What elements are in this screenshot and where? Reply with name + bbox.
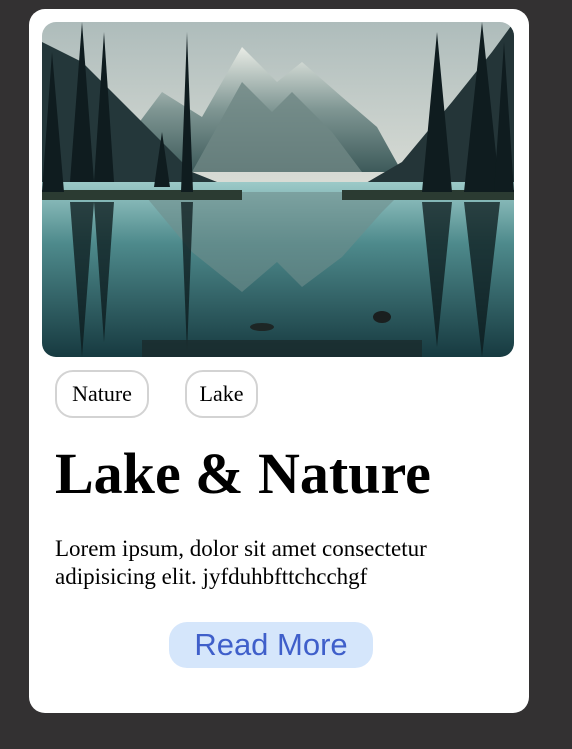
read-more-button[interactable]: Read More (169, 622, 373, 668)
card-description: Lorem ipsum, dolor sit amet consectetur … (55, 536, 427, 589)
tag-lake[interactable]: Lake (185, 370, 258, 418)
lake-landscape-image (42, 22, 514, 357)
card-title: Lake & Nature (55, 441, 431, 506)
article-card: Nature Lake Lake & Nature Lorem ipsum, d… (29, 9, 529, 713)
tag-nature[interactable]: Nature (55, 370, 149, 418)
